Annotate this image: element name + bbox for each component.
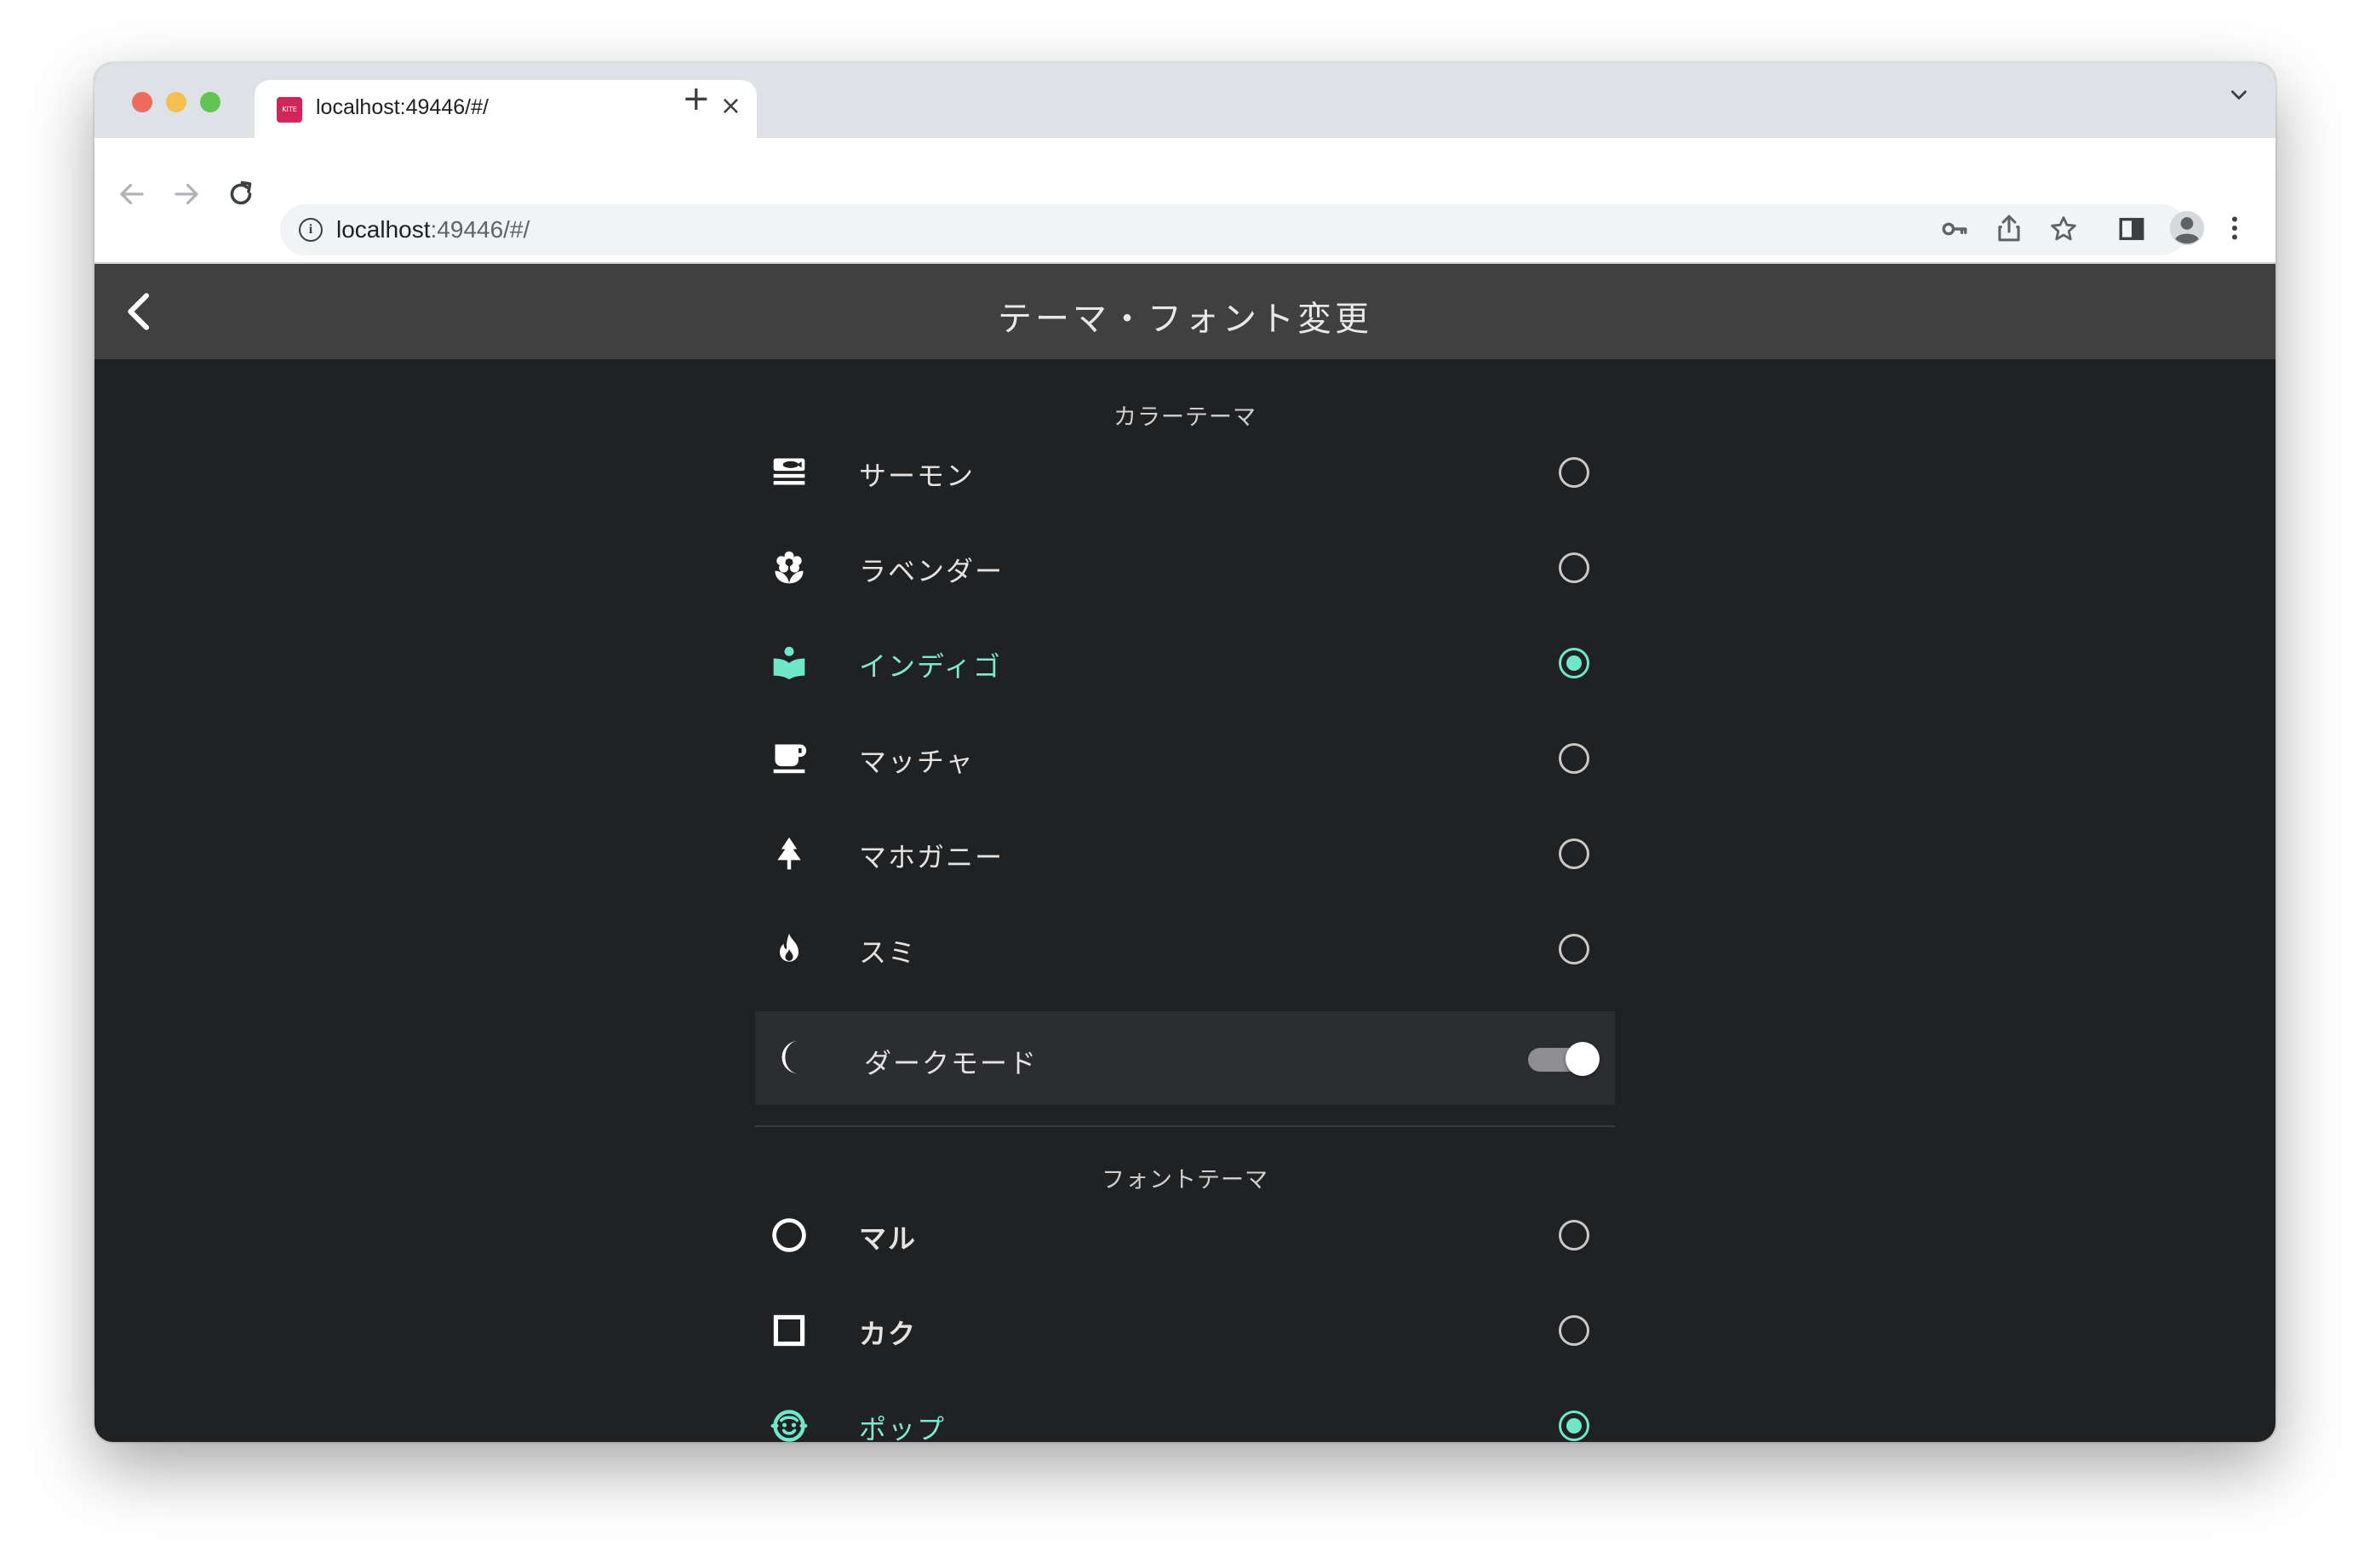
password-key-icon[interactable] — [1940, 215, 1969, 247]
tree-icon — [777, 837, 801, 870]
url-path: :49446/#/ — [430, 216, 530, 243]
radio-button[interactable] — [1559, 743, 1589, 774]
address-bar-inner: i localhost:49446/#/ — [280, 204, 2187, 255]
font-option-maru[interactable]: マル — [755, 1188, 1615, 1282]
font-label: カク — [859, 1318, 918, 1350]
close-tab-icon[interactable]: × — [720, 92, 741, 121]
circle-icon — [772, 1218, 806, 1252]
theme-label: マッチャ — [859, 746, 975, 778]
font-label: マル — [859, 1222, 918, 1255]
app-header: テーマ・フォント変更 — [94, 264, 2276, 359]
flame-icon — [780, 933, 799, 962]
radio-button-selected[interactable] — [1559, 1411, 1589, 1441]
flower-icon — [775, 551, 804, 584]
side-panel-icon[interactable] — [2117, 215, 2146, 247]
tab-title: localhost:49446/#/ — [316, 95, 489, 119]
dark-mode-toggle-thumb[interactable] — [1566, 1042, 1600, 1076]
url-text[interactable]: localhost:49446/#/ — [336, 216, 530, 243]
font-option-kaku[interactable]: カク — [755, 1284, 1615, 1377]
new-tab-button[interactable]: + — [682, 80, 711, 117]
radio-button[interactable] — [1559, 457, 1589, 488]
browser-window: KITE localhost:49446/#/ × + i localhost:… — [94, 63, 2276, 1442]
tab-strip: KITE localhost:49446/#/ × + — [94, 63, 2276, 140]
minimize-window-button[interactable] — [166, 92, 186, 112]
tab-search-icon[interactable] — [2228, 83, 2250, 112]
moon-icon — [781, 1040, 799, 1074]
dark-mode-row[interactable]: ダークモード — [755, 1011, 1615, 1105]
reading-icon — [773, 646, 805, 680]
url-host: localhost — [336, 216, 431, 243]
font-label: ポップ — [859, 1413, 947, 1442]
maximize-window-button[interactable] — [200, 92, 220, 112]
theme-option-sumi[interactable]: スミ — [755, 902, 1615, 996]
share-icon[interactable] — [1995, 213, 2024, 247]
theme-option-salmon[interactable]: サーモン — [755, 426, 1615, 519]
profile-avatar-icon[interactable] — [2168, 209, 2206, 250]
theme-option-indigo[interactable]: インディゴ — [755, 616, 1615, 710]
radio-button-selected[interactable] — [1559, 648, 1589, 678]
theme-label: インディゴ — [859, 650, 1002, 683]
theme-label: スミ — [859, 936, 918, 969]
reload-icon[interactable] — [226, 179, 256, 213]
radio-button[interactable] — [1559, 552, 1589, 583]
page-title: テーマ・フォント変更 — [998, 300, 1372, 339]
sushi-icon — [773, 458, 805, 485]
theme-option-mahogany[interactable]: マホガニー — [755, 807, 1615, 901]
radio-button[interactable] — [1559, 1220, 1589, 1250]
theme-option-lavender[interactable]: ラベンダー — [755, 521, 1615, 615]
browser-menu-icon[interactable] — [2228, 213, 2241, 247]
radio-button[interactable] — [1559, 1315, 1589, 1346]
smiley-icon — [770, 1410, 808, 1442]
site-info-icon[interactable]: i — [299, 218, 323, 242]
square-icon — [773, 1314, 805, 1347]
favicon-icon: KITE — [277, 97, 302, 123]
radio-button[interactable] — [1559, 934, 1589, 964]
theme-label: マホガニー — [859, 841, 1005, 873]
bookmark-star-icon[interactable] — [2049, 215, 2078, 247]
cup-icon — [773, 744, 807, 774]
close-window-button[interactable] — [132, 92, 152, 112]
section-divider — [755, 1125, 1615, 1127]
address-bar-content: i localhost:49446/#/ — [280, 138, 2187, 262]
radio-button[interactable] — [1559, 838, 1589, 869]
dark-mode-label: ダークモード — [864, 1047, 1039, 1079]
forward-arrow-icon[interactable] — [171, 179, 202, 213]
back-arrow-icon[interactable] — [117, 179, 147, 213]
theme-option-matcha[interactable]: マッチャ — [755, 712, 1615, 805]
theme-label: ラベンダー — [859, 555, 1005, 587]
font-option-pop[interactable]: ポップ — [755, 1379, 1615, 1442]
theme-label: サーモン — [859, 460, 976, 492]
